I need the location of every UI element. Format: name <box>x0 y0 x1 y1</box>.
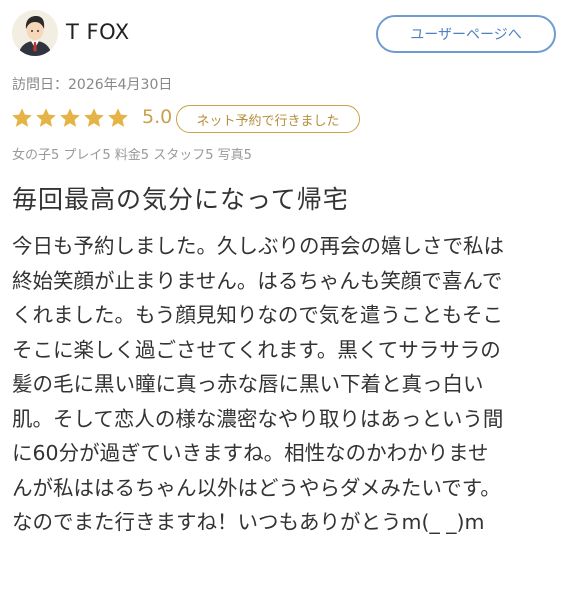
review-line: 終始笑顔が止まりません。はるちゃんも笑顔で喜んで <box>12 268 503 293</box>
review-line: に60分が過ぎていきますね。相性なのかわかりませ <box>12 441 489 465</box>
review-line: 髪の毛に黒い瞳に真っ赤な唇に黒い下着と真っ白い <box>12 372 484 396</box>
review-line: なのでまた行きますね！いつもありがとうm(_ _)m <box>12 510 485 534</box>
user-avatar[interactable] <box>12 10 58 56</box>
reviewer-name[interactable]: T FOX <box>66 20 130 44</box>
review-line: 今日も予約しました。久しぶりの再会の嬉しさで私は <box>12 234 504 258</box>
user-page-button[interactable]: ユーザーページへ <box>376 15 556 53</box>
review-line: 肌。そして恋人の様な濃密なやり取りはあっという間 <box>12 406 504 431</box>
star-rating <box>10 106 130 130</box>
star-icon <box>12 108 32 127</box>
visit-date: 訪問日：2026年4月30日 <box>12 77 173 93</box>
rating-breakdown: 女の子5 プレイ5 料金5 スタッフ5 写真5 <box>12 148 252 163</box>
star-icon <box>84 108 104 127</box>
review-line: そこに楽しく過ごさせてくれます。黒くてサラサラの <box>12 337 501 362</box>
net-booking-badge: ネット予約で行きました <box>176 105 360 133</box>
rating-score: 5.0 <box>142 106 173 128</box>
review-title: 毎回最高の気分になって帰宅 <box>12 185 349 214</box>
review-header: T FOX ユーザーページへ <box>0 0 576 70</box>
star-icon <box>36 108 56 127</box>
rating-row: 5.0 ネット予約で行きました <box>10 104 570 134</box>
review-line: くれました。もう顔見知りなので気を遣うこともそこ <box>12 303 503 327</box>
review-line: んが私ははるちゃん以外はどうやらダメみたいです。 <box>12 475 501 500</box>
user-avatar-icon <box>12 10 58 56</box>
star-icon <box>108 108 128 127</box>
star-icon <box>60 108 80 127</box>
review-body: 今日も予約しました。久しぶりの再会の嬉しさで私は 終始笑顔が止まりません。はるち… <box>12 229 568 540</box>
